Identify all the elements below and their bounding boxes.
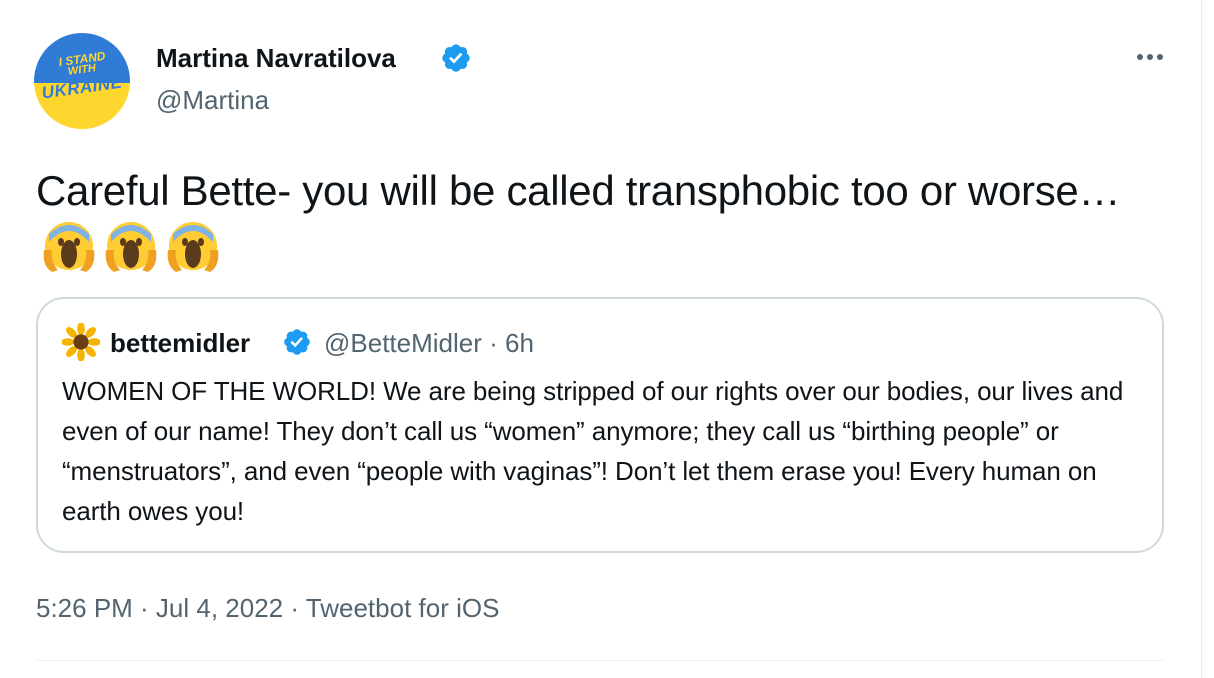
right-border (1201, 0, 1202, 678)
quoted-author-name[interactable]: bettemidler (110, 327, 250, 359)
author-avatar[interactable]: I STAND WITH UKRAINE (34, 33, 130, 129)
divider (36, 660, 1164, 661)
author-handle[interactable]: @Martina (156, 84, 269, 116)
emoji-group (38, 220, 224, 289)
tweet-text-content: Careful Bette- you will be called transp… (36, 167, 1121, 214)
more-options-icon[interactable] (1130, 42, 1170, 72)
face-screaming-in-fear-icon (167, 222, 219, 272)
face-screaming-in-fear-icon (43, 222, 95, 272)
tweet-card: I STAND WITH UKRAINE Martina Navratilova… (0, 0, 1200, 678)
author-name[interactable]: Martina Navratilova (156, 42, 396, 74)
verified-badge-icon (442, 44, 470, 72)
sunflower-icon[interactable] (62, 323, 100, 361)
face-screaming-in-fear-icon (105, 222, 157, 272)
quoted-tweet-text: WOMEN OF THE WORLD! We are being strippe… (62, 376, 1124, 526)
tweet-timestamp[interactable]: 5:26 PM · Jul 4, 2022 · Tweetbot for iOS (36, 592, 499, 624)
tweet-text: Careful Bette- you will be called transp… (36, 162, 1156, 289)
verified-badge-icon (284, 329, 310, 355)
quoted-tweet[interactable]: bettemidler @BetteMidler · 6h WOMEN OF T… (36, 297, 1164, 553)
quoted-handle-time: @BetteMidler · 6h (324, 328, 534, 358)
